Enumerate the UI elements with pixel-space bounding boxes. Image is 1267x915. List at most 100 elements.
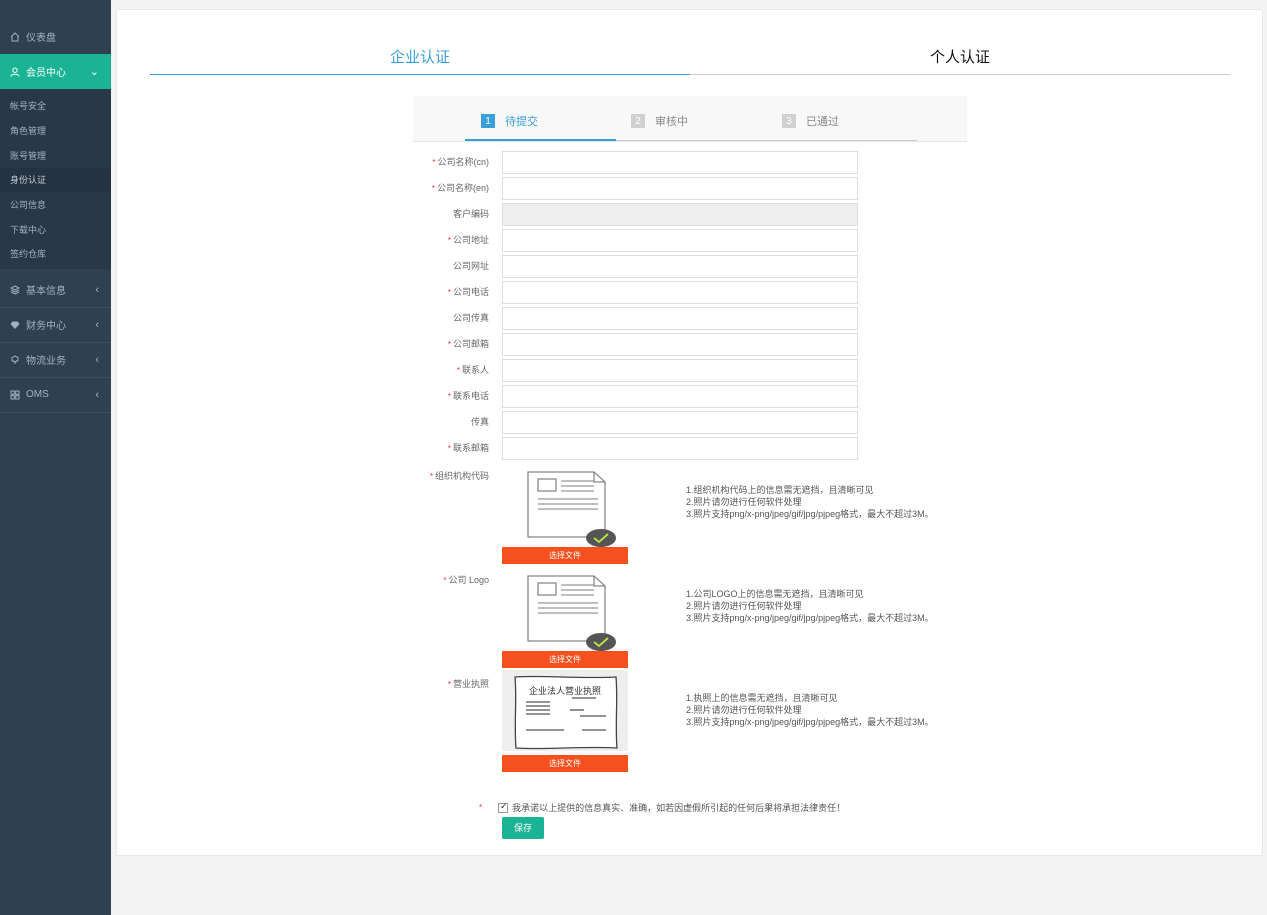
field-label-text: 公司邮箱 bbox=[452, 339, 489, 349]
upload-label-text: 公司 Logo bbox=[448, 575, 489, 585]
company-phone-input[interactable] bbox=[502, 281, 858, 304]
sidebar: 仪表盘 会员中心 ⌄ 帐号安全 角色管理 账号管理 身份认证 公司信息 下载中心… bbox=[0, 0, 111, 915]
nav-divider bbox=[0, 412, 111, 413]
choose-file-button-company-logo[interactable]: 选择文件 bbox=[502, 651, 628, 668]
customer-code-input bbox=[502, 203, 858, 226]
required-marker: * bbox=[447, 288, 451, 297]
active-tab-underline bbox=[150, 74, 690, 75]
field-label: * 公司地址 bbox=[413, 229, 489, 252]
user-icon bbox=[9, 66, 21, 78]
contact-person-input[interactable] bbox=[502, 359, 858, 382]
required-marker: * bbox=[456, 366, 460, 375]
upload-preview-company-logo bbox=[502, 573, 628, 656]
company-fax-input[interactable] bbox=[502, 307, 858, 330]
form-row-customer-code: 客户编码 bbox=[413, 203, 873, 226]
required-marker: * bbox=[447, 392, 451, 401]
choose-file-button-org-code[interactable]: 选择文件 bbox=[502, 547, 628, 564]
form-row-company-name-en: * 公司名称(en) bbox=[413, 177, 873, 200]
field-label-text: 联系人 bbox=[461, 365, 489, 375]
required-marker: * bbox=[431, 184, 435, 193]
sidebar-item-identity-auth[interactable]: 身份认证 bbox=[0, 168, 111, 192]
required-marker: * bbox=[432, 158, 436, 167]
contact-email-input[interactable] bbox=[502, 437, 858, 460]
layers-icon bbox=[9, 284, 21, 296]
fax-input[interactable] bbox=[502, 411, 858, 434]
main-panel: 企业认证 个人认证 1 待提交 2 审核中 3 已通过 * 公司名称(cn) * 公… bbox=[116, 9, 1263, 856]
step-number: 3 bbox=[782, 114, 796, 128]
field-label: 公司网址 bbox=[413, 255, 489, 278]
required-marker: * bbox=[447, 444, 451, 453]
chevron-left-icon: ‹ bbox=[95, 388, 99, 401]
step-under-review: 2 审核中 bbox=[631, 113, 688, 129]
field-label: * 公司电话 bbox=[413, 281, 489, 304]
form-row-company-website: 公司网址 bbox=[413, 255, 873, 278]
required-marker: * bbox=[443, 576, 447, 585]
form-row-contact-person: * 联系人 bbox=[413, 359, 873, 382]
document-check-icon bbox=[527, 471, 616, 547]
save-button[interactable]: 保存 bbox=[502, 817, 544, 839]
step-label: 已通过 bbox=[806, 116, 839, 128]
step-number: 1 bbox=[481, 114, 495, 128]
form-row-fax: 传真 bbox=[413, 411, 873, 434]
sidebar-item-company-info[interactable]: 公司信息 bbox=[0, 193, 111, 217]
field-label-text: 传真 bbox=[470, 417, 489, 427]
form-row-company-phone: * 公司电话 bbox=[413, 281, 873, 304]
sidebar-item-account-security[interactable]: 帐号安全 bbox=[0, 94, 111, 118]
company-address-input[interactable] bbox=[502, 229, 858, 252]
hint-line: 1.公司LOGO上的信息需无遮挡，且清晰可见 bbox=[686, 589, 864, 599]
field-label: 公司传真 bbox=[413, 307, 489, 330]
field-label: 客户编码 bbox=[413, 203, 489, 226]
field-label-text: 公司传真 bbox=[452, 313, 489, 323]
hint-line: 3.照片支持png/x-png/jpeg/gif/jpg/pjpeg格式，最大不… bbox=[686, 613, 934, 623]
company-name-cn-input[interactable] bbox=[502, 151, 858, 174]
hint-line: 3.照片支持png/x-png/jpeg/gif/jpg/pjpeg格式，最大不… bbox=[686, 509, 934, 519]
tab-personal-auth[interactable]: 个人认证 bbox=[690, 46, 1230, 76]
nav-dashboard-label: 仪表盘 bbox=[26, 33, 56, 44]
agreement-checkbox[interactable] bbox=[498, 801, 509, 813]
form-row-company-fax: 公司传真 bbox=[413, 307, 873, 330]
company-email-input[interactable] bbox=[502, 333, 858, 356]
field-label-text: 联系邮箱 bbox=[452, 443, 489, 453]
sidebar-item-account-management[interactable]: 账号管理 bbox=[0, 144, 111, 168]
field-label: * 公司邮箱 bbox=[413, 333, 489, 356]
hint-line: 2.照片请勿进行任何软件处理 bbox=[686, 497, 802, 507]
field-label-text: 公司网址 bbox=[452, 261, 489, 271]
upload-label-business-license: * 营业执照 bbox=[413, 677, 489, 690]
field-label: * 联系邮箱 bbox=[413, 437, 489, 460]
choose-file-button-business-license[interactable]: 选择文件 bbox=[502, 755, 628, 772]
progress-stepper: 1 待提交 2 审核中 3 已通过 bbox=[413, 96, 967, 142]
nav-basic-info[interactable]: 基本信息 ‹ bbox=[0, 272, 111, 307]
contact-phone-input[interactable] bbox=[502, 385, 858, 408]
nav-oms-label: OMS bbox=[26, 389, 49, 400]
agreement-row: * 我承诺以上提供的信息真实、准确，如若因虚假所引起的任何后果将承担法律责任！ bbox=[479, 801, 845, 814]
required-marker: * bbox=[479, 803, 483, 812]
field-label-text: 公司名称(en) bbox=[436, 183, 489, 193]
sidebar-item-contract-warehouse[interactable]: 签约仓库 bbox=[0, 242, 111, 266]
diamond-icon bbox=[9, 319, 21, 331]
tab-enterprise-auth[interactable]: 企业认证 bbox=[150, 46, 690, 76]
form-row-company-address: * 公司地址 bbox=[413, 229, 873, 252]
nav-finance-label: 财务中心 bbox=[26, 321, 66, 332]
nav-logistics[interactable]: 物流业务 ‹ bbox=[0, 342, 111, 377]
upload-hints-company-logo: 1.公司LOGO上的信息需无遮挡，且清晰可见 2.照片请勿进行任何软件处理 3.… bbox=[686, 588, 934, 624]
field-label: * 公司名称(en) bbox=[413, 177, 489, 200]
upload-hints-business-license: 1.执照上的信息需无遮挡，且清晰可见 2.照片请勿进行任何软件处理 3.照片支持… bbox=[686, 692, 934, 728]
chevron-left-icon: ‹ bbox=[95, 353, 99, 366]
step-approved: 3 已通过 bbox=[782, 113, 839, 129]
required-marker: * bbox=[429, 472, 433, 481]
step-label: 待提交 bbox=[505, 116, 538, 128]
company-name-en-input[interactable] bbox=[502, 177, 858, 200]
license-title: 企业法人营业执照 bbox=[528, 686, 601, 696]
nav-finance[interactable]: 财务中心 ‹ bbox=[0, 307, 111, 342]
nav-oms[interactable]: OMS ‹ bbox=[0, 377, 111, 412]
nav-dashboard[interactable]: 仪表盘 bbox=[0, 19, 111, 54]
form-row-contact-email: * 联系邮箱 bbox=[413, 437, 873, 460]
nav-member-center[interactable]: 会员中心 ⌄ bbox=[0, 54, 111, 89]
upload-label-text: 组织机构代码 bbox=[434, 471, 489, 481]
company-website-input[interactable] bbox=[502, 255, 858, 278]
sidebar-item-role-management[interactable]: 角色管理 bbox=[0, 119, 111, 143]
nav-basic-info-label: 基本信息 bbox=[26, 286, 66, 297]
required-marker: * bbox=[447, 680, 451, 689]
tab-divider bbox=[690, 74, 1230, 75]
sidebar-item-download-center[interactable]: 下载中心 bbox=[0, 218, 111, 242]
